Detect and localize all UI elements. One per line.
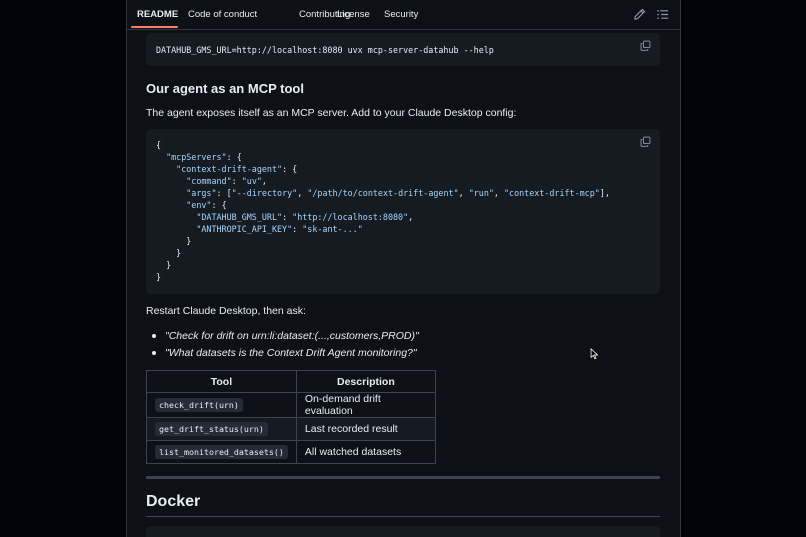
section-divider xyxy=(146,476,660,479)
pencil-icon[interactable] xyxy=(633,8,646,21)
readme-tab-bar: README Code of conduct Contributing Lice… xyxy=(127,0,680,30)
tab-readme[interactable]: README xyxy=(137,0,178,29)
tab-security[interactable]: Security xyxy=(384,0,418,29)
table-row: get_drift_status(urn) Last recorded resu… xyxy=(146,417,436,441)
description-cell: Last recorded result xyxy=(295,417,436,441)
docker-code-block xyxy=(146,526,660,537)
heading-underline xyxy=(146,516,660,517)
readme-panel: README Code of conduct Contributing Lice… xyxy=(126,0,681,537)
mouse-cursor-icon xyxy=(590,348,599,360)
table-row: list_monitored_datasets() All watched da… xyxy=(146,440,436,464)
restart-instruction: Restart Claude Desktop, then ask: xyxy=(146,305,306,317)
code-line: { xyxy=(156,140,162,150)
table-header-row: Tool Description xyxy=(146,370,436,393)
column-header-description: Description xyxy=(295,370,436,393)
copy-icon[interactable] xyxy=(640,136,651,147)
code-line: } xyxy=(156,248,182,258)
code-line: "env": { xyxy=(186,200,227,210)
mcp-intro-text: The agent exposes itself as an MCP serve… xyxy=(146,107,517,119)
code-line: "DATAHUB_GMS_URL": "http://localhost:808… xyxy=(196,212,414,222)
code-line: "ANTHROPIC_API_KEY": "sk-ant-..." xyxy=(196,224,363,234)
description-cell: All watched datasets xyxy=(295,440,436,464)
code-line: } xyxy=(156,260,172,270)
active-tab-underline xyxy=(131,26,178,28)
code-line: "context-drift-agent": { xyxy=(176,164,298,174)
docker-heading: Docker xyxy=(146,493,201,510)
copy-icon[interactable] xyxy=(640,40,651,51)
tab-code-of-conduct[interactable]: Code of conduct xyxy=(188,0,257,29)
config-code-block: { "mcpServers": { "context-drift-agent":… xyxy=(146,129,660,294)
code-line: "args": ["--directory", "/path/to/contex… xyxy=(186,188,610,198)
command-code-block: DATAHUB_GMS_URL=http://localhost:8080 uv… xyxy=(146,33,660,66)
table-row: check_drift(urn) On-demand drift evaluat… xyxy=(146,392,436,418)
tools-table: Tool Description check_drift(urn) On-dem… xyxy=(146,370,436,464)
list-icon[interactable] xyxy=(656,8,669,21)
command-text: DATAHUB_GMS_URL=http://localhost:8080 uv… xyxy=(156,45,494,55)
code-line: } xyxy=(156,236,192,246)
mcp-section-heading: Our agent as an MCP tool xyxy=(146,81,304,96)
description-cell: On-demand drift evaluation xyxy=(295,392,436,418)
tab-license[interactable]: License xyxy=(337,0,370,29)
tool-cell: list_monitored_datasets() xyxy=(146,440,297,464)
column-header-tool: Tool xyxy=(146,370,297,393)
config-code: { "mcpServers": { "context-drift-agent":… xyxy=(156,139,610,283)
code-line: } xyxy=(156,272,162,282)
code-line: "mcpServers": { xyxy=(166,152,242,162)
tool-cell: get_drift_status(urn) xyxy=(146,417,297,441)
tool-cell: check_drift(urn) xyxy=(146,392,297,418)
code-line: "command": "uv", xyxy=(186,176,267,186)
